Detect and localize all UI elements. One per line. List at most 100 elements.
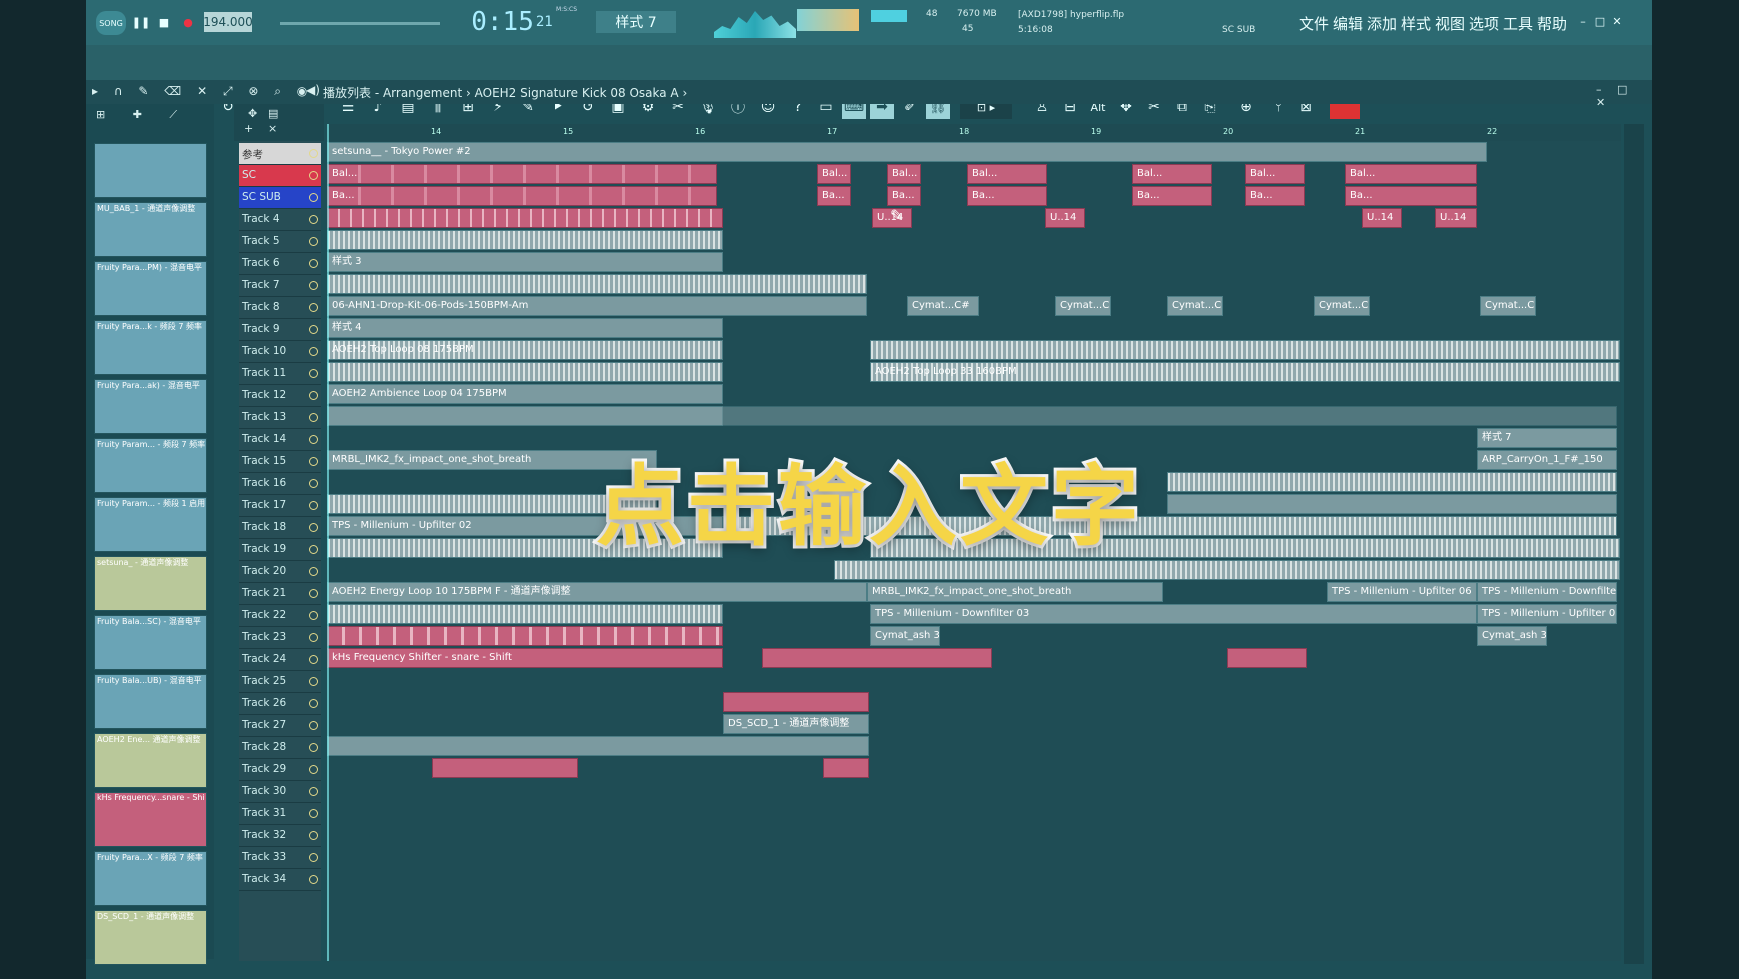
clip-sc-sub[interactable]: Ba... xyxy=(1345,186,1477,206)
track-header[interactable]: Track 17 xyxy=(239,495,321,517)
clip-track20[interactable] xyxy=(834,560,1620,580)
track-header[interactable]: Track 31 xyxy=(239,803,321,825)
add-track-icon[interactable]: + xyxy=(244,122,253,135)
automation-clip-thumbnail[interactable]: AOEH2 Ene... 通道声像调整 xyxy=(94,733,207,788)
track-mute-led-icon[interactable] xyxy=(309,193,318,202)
menu-patterns[interactable]: 样式 xyxy=(1401,13,1431,34)
track-mute-led-icon[interactable] xyxy=(309,457,318,466)
track-header[interactable]: Track 27 xyxy=(239,715,321,737)
automation-clip-thumbnail[interactable]: Fruity Bala...UB) - 混音电平 xyxy=(94,674,207,729)
track-header[interactable]: Track 32 xyxy=(239,825,321,847)
vertical-scrollbar[interactable] xyxy=(1624,124,1644,964)
clip-reference[interactable]: setsuna__ - Tokyo Power #2 xyxy=(327,142,1487,162)
clip-track28[interactable] xyxy=(327,736,869,756)
track-mute-led-icon[interactable] xyxy=(309,171,318,180)
automation-clip-thumbnail[interactable]: MU_BAB_1 - 通道声像调整 xyxy=(94,202,207,257)
track-header[interactable]: Track 15 xyxy=(239,451,321,473)
track-header[interactable]: Track 14 xyxy=(239,429,321,451)
track-mute-led-icon[interactable] xyxy=(309,765,318,774)
menu-file[interactable]: 文件 xyxy=(1299,13,1329,34)
menu-view[interactable]: 视图 xyxy=(1435,13,1465,34)
track-mute-led-icon[interactable] xyxy=(309,809,318,818)
track-header[interactable]: Track 10 xyxy=(239,341,321,363)
clip-sc-sub[interactable]: Ba... xyxy=(1132,186,1212,206)
remove-track-icon[interactable]: × xyxy=(268,122,277,135)
clip-sc-sub[interactable]: Ba... xyxy=(967,186,1047,206)
track-header[interactable]: Track 19 xyxy=(239,539,321,561)
automation-clip-thumbnail[interactable]: setsuna_ - 通道声像调整 xyxy=(94,556,207,611)
clip-sc-sub[interactable]: Ba... xyxy=(327,186,717,206)
track-mute-led-icon[interactable] xyxy=(309,545,318,554)
track-mute-led-icon[interactable] xyxy=(309,633,318,642)
clip-cymat[interactable]: Cymat...C# xyxy=(1167,296,1223,316)
track-mute-led-icon[interactable] xyxy=(309,875,318,884)
track-header[interactable]: Track 22 xyxy=(239,605,321,627)
clip-track23[interactable] xyxy=(327,626,723,646)
track-header[interactable]: Track 18 xyxy=(239,517,321,539)
clip-track21[interactable]: AOEH2 Energy Loop 10 175BPM F - 通道声像调整 xyxy=(327,582,867,602)
track-mute-led-icon[interactable] xyxy=(309,611,318,620)
clip-track9[interactable]: 样式 4 xyxy=(327,318,723,338)
maximize-icon[interactable]: □ xyxy=(1593,14,1607,28)
track-header[interactable]: Track 16 xyxy=(239,473,321,495)
ruler-toggle-icon[interactable]: ▤ xyxy=(268,107,278,120)
clip-cymat[interactable]: Cymat...C# xyxy=(1055,296,1111,316)
clip-sc-sub[interactable]: Ba... xyxy=(887,186,921,206)
track-header[interactable]: Track 34 xyxy=(239,869,321,891)
clip-track4[interactable]: U..14 xyxy=(1435,208,1477,228)
automation-clip-thumbnail[interactable] xyxy=(94,143,207,198)
track-mute-led-icon[interactable] xyxy=(309,589,318,598)
automation-clip-thumbnail[interactable]: Fruity Para...ak) - 混音电平 xyxy=(94,379,207,434)
clip-track10[interactable]: AOEH2 Top Loop 08 175BPM xyxy=(327,340,723,360)
track-header[interactable]: Track 29 xyxy=(239,759,321,781)
track-header[interactable]: SC SUB xyxy=(239,187,321,209)
pattern-picker-icon[interactable]: ✥ xyxy=(248,107,257,120)
clip-track26[interactable] xyxy=(723,692,869,712)
clip-track21d[interactable]: TPS - Millenium - Downfilter 06 xyxy=(1477,582,1617,602)
clip-sc[interactable]: Bal... xyxy=(1245,164,1305,184)
menu-add[interactable]: 添加 xyxy=(1367,13,1397,34)
track-header[interactable]: Track 12 xyxy=(239,385,321,407)
track-header[interactable]: Track 20 xyxy=(239,561,321,583)
track-mute-led-icon[interactable] xyxy=(309,347,318,356)
clip-track21c[interactable]: TPS - Millenium - Upfilter 06 xyxy=(1327,582,1477,602)
track-mute-led-icon[interactable] xyxy=(309,237,318,246)
clip-sc-sub[interactable]: Ba... xyxy=(817,186,851,206)
clip-track11[interactable] xyxy=(327,362,723,382)
clip-sc-sub[interactable]: Ba... xyxy=(1245,186,1305,206)
track-mute-led-icon[interactable] xyxy=(309,281,318,290)
clip-track22c[interactable]: TPS - Millenium - Upfilter 02 xyxy=(1477,604,1617,624)
track-mute-led-icon[interactable] xyxy=(309,787,318,796)
track-header[interactable]: Track 26 xyxy=(239,693,321,715)
clip-track24c[interactable] xyxy=(1227,648,1307,668)
clip-sc[interactable]: Bal... xyxy=(327,164,717,184)
clip-track15-arp[interactable]: ARP_CarryOn_1_F#_150 xyxy=(1477,450,1617,470)
clip-track4[interactable]: U..14 xyxy=(1045,208,1085,228)
track-header[interactable]: Track 24 xyxy=(239,649,321,671)
track-mute-led-icon[interactable] xyxy=(309,743,318,752)
track-mute-led-icon[interactable] xyxy=(309,413,318,422)
track-header[interactable]: 参考 xyxy=(239,143,321,165)
clip-sc[interactable]: Bal... xyxy=(817,164,851,184)
clip-track4[interactable] xyxy=(327,208,723,228)
automation-clip-thumbnail[interactable]: Fruity Bala...SC) - 混音电平 xyxy=(94,615,207,670)
track-mute-led-icon[interactable] xyxy=(309,325,318,334)
automation-clip-thumbnail[interactable]: Fruity Param... - 频段 1 启用 xyxy=(94,497,207,552)
track-mute-led-icon[interactable] xyxy=(309,501,318,510)
track-header[interactable]: Track 8 xyxy=(239,297,321,319)
track-mute-led-icon[interactable] xyxy=(309,721,318,730)
tempo-display[interactable]: 194.000 xyxy=(203,12,253,32)
track-header[interactable]: Track 5 xyxy=(239,231,321,253)
track-mute-led-icon[interactable] xyxy=(309,567,318,576)
automation-clip-thumbnail[interactable]: Fruity Param... - 频段 7 频率 xyxy=(94,438,207,493)
playlist-window-controls[interactable]: – □ ✕ xyxy=(1596,83,1652,109)
clip-track24b[interactable] xyxy=(762,648,992,668)
automation-clip-thumbnail[interactable]: Fruity Para...X - 频段 7 频率 xyxy=(94,851,207,906)
clip-track8[interactable]: 06-AHN1-Drop-Kit-06-Pods-150BPM-Am xyxy=(327,296,867,316)
record-button[interactable]: ● xyxy=(178,12,198,32)
clip-sc[interactable]: Bal... xyxy=(1132,164,1212,184)
clip-cymat[interactable]: Cymat...C# xyxy=(907,296,979,316)
track-mute-led-icon[interactable] xyxy=(309,699,318,708)
track-mute-led-icon[interactable] xyxy=(309,391,318,400)
pause-button[interactable]: ❚❚ xyxy=(131,12,151,32)
